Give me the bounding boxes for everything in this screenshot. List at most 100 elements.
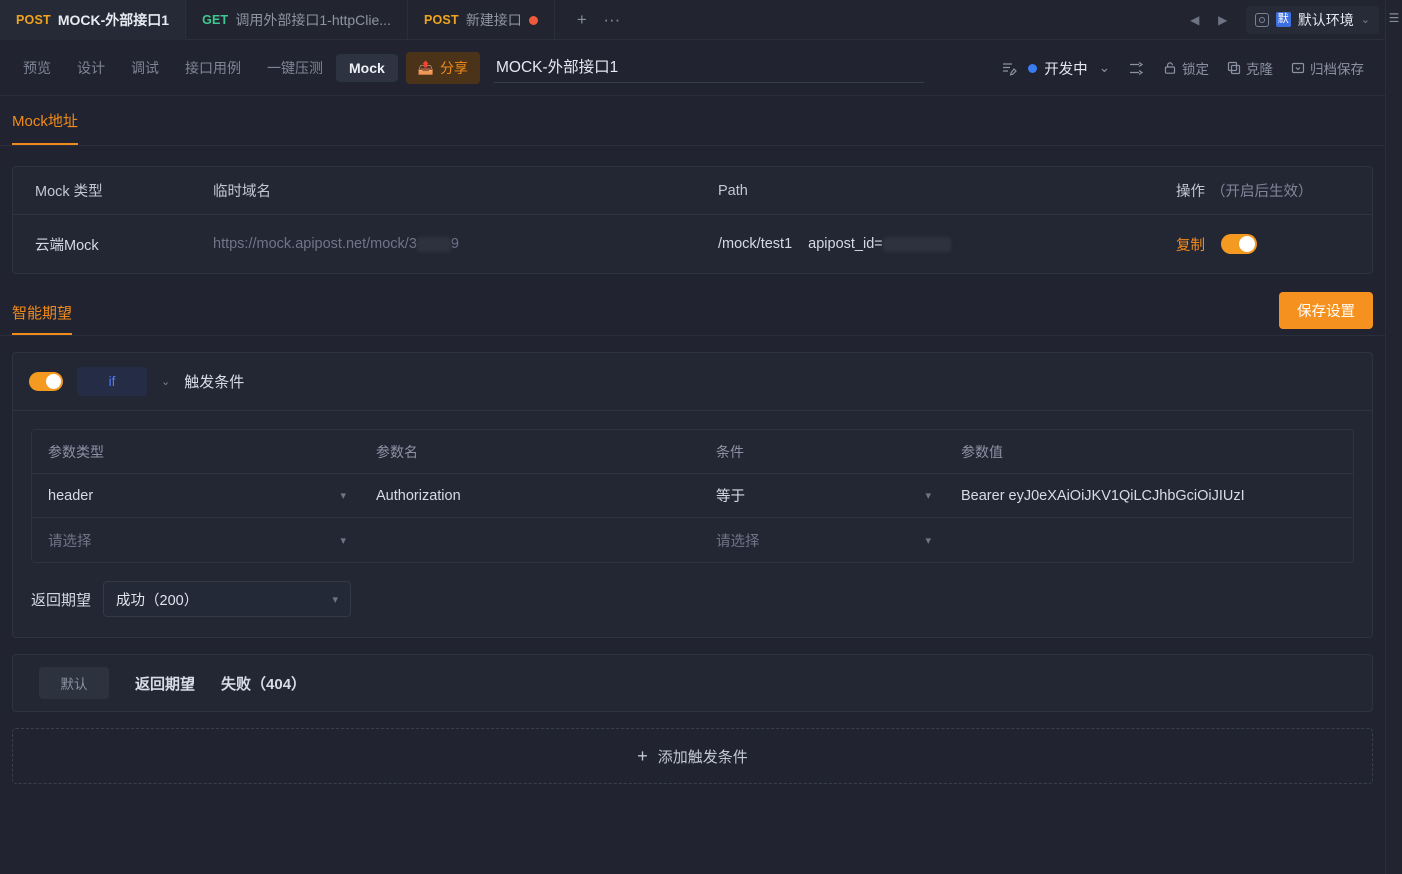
return-expect-row: 返回期望 成功（200） ▾ xyxy=(13,563,1372,637)
prev-tab-icon[interactable]: ◀ xyxy=(1182,7,1208,33)
archive-save-button[interactable]: 归档保存 xyxy=(1284,53,1371,83)
default-return-label: 返回期望 xyxy=(135,675,196,693)
share-icon: 📤 xyxy=(417,60,434,75)
domain-prefix: https://mock.apipost.net/mock/3 xyxy=(213,236,417,252)
cell-param-value[interactable]: Bearer eyJ0eXAiOiJKV1QiLCJhbGciOiJIUzI xyxy=(945,488,1353,504)
col-path: Path xyxy=(718,182,748,199)
tab-new-api[interactable]: POST 新建接口 xyxy=(408,0,555,40)
default-expectation-card: 默认 返回期望 失败（404） xyxy=(12,654,1373,712)
cell-param-name[interactable]: Authorization xyxy=(360,488,700,504)
param-type-select[interactable]: header ▾ xyxy=(48,488,360,504)
col-action-label: 操作 xyxy=(1176,184,1205,200)
menu-icon[interactable]: ☰ xyxy=(1388,12,1401,24)
tab-label: 调用外部接口1-httpClie... xyxy=(235,12,391,28)
right-rail: ☰ xyxy=(1385,0,1402,874)
tab-smart-expect[interactable]: 智能期望 xyxy=(12,302,73,335)
col-mock-type: Mock 类型 xyxy=(35,184,103,200)
tab-mock-external-api-1[interactable]: POST MOCK-外部接口1 xyxy=(0,0,187,40)
mock-address-table: Mock 类型 临时域名 Path 操作 （开启后生效） 云端Mock http… xyxy=(12,166,1373,274)
condition-table-header: 参数类型 参数名 条件 参数值 xyxy=(32,430,1353,474)
condition-select[interactable]: 等于 ▾ xyxy=(716,485,945,506)
environment-name: 默认环境 xyxy=(1297,11,1354,28)
col-condition: 条件 xyxy=(716,443,744,460)
notes-icon[interactable] xyxy=(994,55,1024,81)
tab-mock-address[interactable]: Mock地址 xyxy=(12,96,78,145)
plus-icon: + xyxy=(637,745,648,766)
archive-label: 归档保存 xyxy=(1310,62,1364,77)
param-type-value: 请选择 xyxy=(48,533,92,550)
tab-mock[interactable]: Mock xyxy=(336,54,398,82)
tab-method: POST xyxy=(16,13,51,27)
save-settings-button[interactable]: 保存设置 xyxy=(1279,292,1373,329)
api-title-input[interactable] xyxy=(493,53,924,83)
domain-redacted xyxy=(416,236,451,252)
mock-enable-toggle[interactable] xyxy=(1221,234,1257,254)
return-expect-select[interactable]: 成功（200） ▾ xyxy=(103,581,352,617)
apipost-mock-page: POST MOCK-外部接口1 GET 调用外部接口1-httpClie... … xyxy=(0,0,1402,874)
mock-address-tabs: Mock地址 xyxy=(0,96,1385,146)
add-trigger-condition-label: 添加触发条件 xyxy=(657,748,748,766)
condition-table: 参数类型 参数名 条件 参数值 header ▾ Authorization 等… xyxy=(31,429,1354,563)
chevron-down-icon: ▾ xyxy=(340,490,346,502)
status-chevron[interactable]: ⌄ xyxy=(1092,55,1117,81)
clone-label: 克隆 xyxy=(1246,62,1273,77)
next-tab-icon[interactable]: ▶ xyxy=(1210,7,1236,33)
mock-content: Mock地址 Mock 类型 临时域名 Path 操作 （开启后生效） 云端Mo… xyxy=(0,96,1385,874)
sort-icon[interactable] xyxy=(1121,56,1152,81)
share-button[interactable]: 📤 分享 xyxy=(405,52,480,84)
add-tab-button[interactable]: + xyxy=(569,7,595,33)
param-type-select[interactable]: 请选择 ▾ xyxy=(48,530,360,551)
cell-mock-type: 云端Mock xyxy=(35,237,99,254)
col-action-sub: （开启后生效） xyxy=(1211,184,1313,200)
expectation-enable-toggle[interactable] xyxy=(29,372,63,391)
tab-label: MOCK-外部接口1 xyxy=(57,12,170,28)
cell-condition[interactable]: 请选择 ▾ xyxy=(700,530,945,551)
api-title-wrap xyxy=(493,53,924,83)
tab-preview[interactable]: 预览 xyxy=(10,52,64,84)
add-trigger-condition-button[interactable]: + 添加触发条件 xyxy=(12,728,1373,784)
path-value: /mock/test1 xyxy=(718,236,793,252)
path-param-key: apipost_id= xyxy=(808,236,883,252)
clone-button[interactable]: 克隆 xyxy=(1220,53,1280,83)
status-label: 开发中 xyxy=(1044,61,1088,78)
lock-button[interactable]: 锁定 xyxy=(1156,53,1216,83)
cell-condition[interactable]: 等于 ▾ xyxy=(700,485,945,506)
api-toolbar: 预览 设计 调试 接口用例 一键压测 Mock 📤 分享 开发中 ⌄ xyxy=(0,41,1385,96)
chevron-down-icon: ⌄ xyxy=(1360,14,1370,26)
tab-call-external-api-1[interactable]: GET 调用外部接口1-httpClie... xyxy=(186,0,408,40)
col-temp-domain: 临时域名 xyxy=(213,184,271,200)
cell-path[interactable]: /mock/test1 apipost_id= xyxy=(718,236,1172,252)
condition-value: 等于 xyxy=(716,489,745,505)
cell-param-type[interactable]: 请选择 ▾ xyxy=(32,530,360,551)
cell-action: 复制 xyxy=(1172,234,1372,255)
tab-bar: POST MOCK-外部接口1 GET 调用外部接口1-httpClie... … xyxy=(0,0,1385,40)
param-type-value: header xyxy=(48,487,94,504)
return-expect-label: 返回期望 xyxy=(31,591,92,609)
cell-temp-domain[interactable]: https://mock.apipost.net/mock/3 9 xyxy=(213,236,718,252)
status-selector[interactable]: 开发中 xyxy=(1028,58,1088,79)
lock-label: 锁定 xyxy=(1182,62,1209,77)
path-param-redacted xyxy=(882,236,951,252)
tab-stress-test[interactable]: 一键压测 xyxy=(254,52,336,84)
chevron-down-icon: ▾ xyxy=(332,593,339,606)
environment-selector[interactable]: 默 默认环境 ⌄ xyxy=(1245,5,1379,34)
tab-design[interactable]: 设计 xyxy=(64,52,118,84)
environment-badge: 默 xyxy=(1275,11,1291,28)
tab-method: GET xyxy=(202,13,229,27)
condition-select[interactable]: 请选择 ▾ xyxy=(716,530,945,551)
copy-button[interactable]: 复制 xyxy=(1176,234,1205,255)
col-param-type: 参数类型 xyxy=(48,443,104,460)
operator-pill[interactable]: if xyxy=(77,367,147,396)
tab-method: POST xyxy=(423,13,459,27)
default-pill[interactable]: 默认 xyxy=(39,667,109,699)
col-action: 操作 （开启后生效） xyxy=(1172,180,1372,201)
tab-debug[interactable]: 调试 xyxy=(118,52,172,84)
operator-chevron-down-icon[interactable]: ⌄ xyxy=(161,375,170,388)
tab-label: 新建接口 xyxy=(465,12,522,28)
tab-more-button[interactable]: ··· xyxy=(599,7,625,33)
condition-row: header ▾ Authorization 等于 ▾ Bearer eyJ0e… xyxy=(32,474,1353,518)
toolbar-right: 开发中 ⌄ 锁定 克隆 归档保存 xyxy=(994,53,1375,83)
cell-param-type[interactable]: header ▾ xyxy=(32,488,360,504)
tab-api-cases[interactable]: 接口用例 xyxy=(172,52,254,84)
unsaved-dot-icon xyxy=(528,15,538,25)
